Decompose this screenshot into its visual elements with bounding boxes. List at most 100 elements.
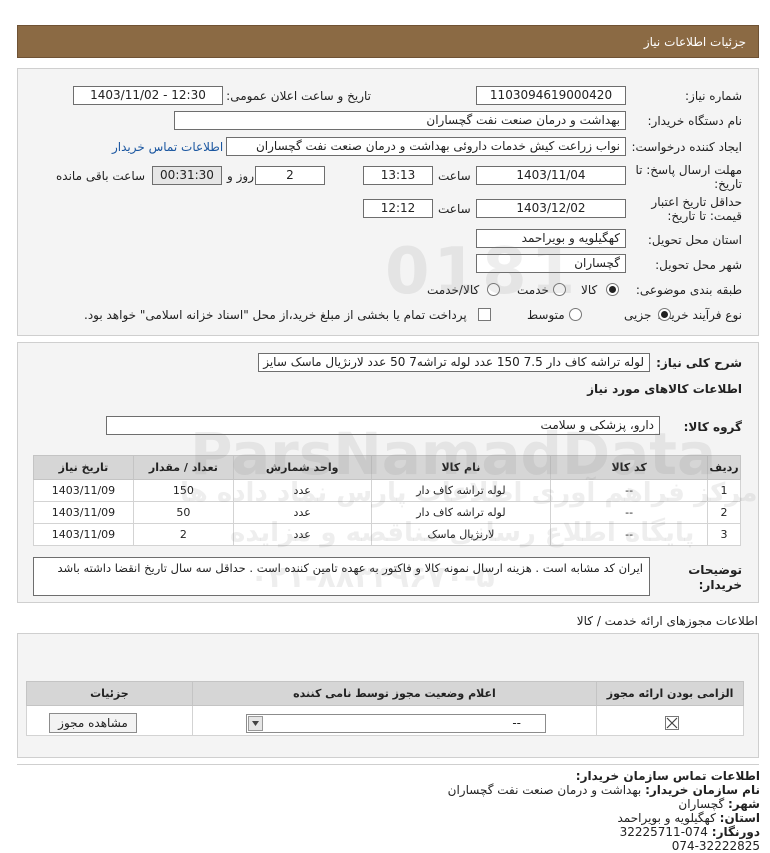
description-label: شرح کلی نیاز: — [656, 356, 742, 370]
license-status-select[interactable]: -- — [246, 714, 546, 733]
deadline-time-field: 13:13 — [363, 166, 433, 185]
contact-org-label: نام سازمان خریدار: — [645, 783, 760, 797]
treasury-payment-note: پرداخت تمام یا بخشی از مبلغ خرید،از محل … — [84, 308, 467, 322]
cell-qty: 150 — [132, 479, 234, 502]
process-medium-label: متوسط — [527, 308, 565, 322]
cell-name: لوله تراشه کاف دار — [370, 479, 552, 502]
page-title: جزئیات اطلاعات نیاز — [643, 35, 746, 49]
contact-phone2-row: 074-32222825 — [672, 839, 760, 853]
cell-unit: عدد — [232, 479, 372, 502]
table-row: 1403/11/09 2 عدد لارنژیال ماسک -- 3 — [33, 523, 742, 546]
buyer-org-field: بهداشت و درمان صنعت نفت گچساران — [174, 111, 626, 130]
description-field: لوله تراشه کاف دار 7.5 150 عدد لوله تراش… — [258, 353, 650, 372]
goods-group-field: دارو، پزشکی و سلامت — [106, 416, 660, 435]
announce-field: 1403/11/02 - 12:30 — [73, 86, 223, 105]
license-status-value: -- — [512, 716, 521, 730]
cell-name: لارنژیال ماسک — [370, 523, 552, 546]
category-goods-radio[interactable] — [606, 283, 619, 296]
city-label: شهر محل تحویل: — [655, 258, 742, 272]
category-service-label: خدمت — [517, 283, 549, 297]
need-number-label: شماره نیاز: — [685, 89, 742, 103]
contact-province-value: کهگیلویه و بویراحمد — [617, 811, 716, 825]
col-license-status: اعلام وضعیت مجوز توسط نامی کننده — [191, 681, 598, 706]
city-field: گچساران — [476, 254, 626, 273]
buyer-notes-label: توضیحات خریدار: — [688, 563, 742, 592]
contact-province-row: استان: کهگیلویه و بویراحمد — [617, 811, 760, 825]
col-row-index: ردیف — [706, 455, 742, 480]
col-unit: واحد شمارش — [232, 455, 372, 480]
licenses-table-header: جزئیات اعلام وضعیت مجوز توسط نامی کننده … — [26, 681, 744, 706]
process-medium-radio[interactable] — [569, 308, 582, 321]
validity-time-label: ساعت — [438, 202, 471, 216]
cell-index: 3 — [706, 523, 742, 546]
col-license-required: الزامی بودن ارائه مجوز — [596, 681, 744, 706]
cell-index: 2 — [706, 501, 742, 524]
category-goods-label: کالا — [581, 283, 598, 297]
process-minor-radio[interactable] — [658, 308, 671, 321]
licenses-section-title: اطلاعات مجوزهای ارائه خدمت / کالا — [576, 614, 758, 628]
buyer-org-label: نام دستگاه خریدار: — [647, 114, 743, 128]
deadline-date-field: 1403/11/04 — [476, 166, 626, 185]
category-service-radio[interactable] — [553, 283, 566, 296]
cell-qty: 2 — [132, 523, 234, 546]
contact-city-label: شهر: — [728, 797, 760, 811]
contact-city-value: گچساران — [678, 797, 725, 811]
need-number-field: 1103094619000420 — [476, 86, 626, 105]
cell-date: 1403/11/09 — [33, 501, 134, 524]
remaining-time-label: ساعت باقی مانده — [56, 169, 146, 183]
validity-date-field: 1403/12/02 — [476, 199, 626, 218]
validity-label: حداقل تاریخ اعتبار قیمت: تا تاریخ: — [651, 195, 742, 223]
view-license-button[interactable]: مشاهده مجوز — [49, 713, 137, 733]
days-label: روز و — [227, 169, 254, 183]
col-item-code: کد کالا — [550, 455, 708, 480]
buyer-contact-link[interactable]: اطلاعات تماس خریدار — [112, 140, 223, 154]
category-label: طبقه بندی موضوعی: — [635, 283, 742, 297]
col-quantity: تعداد / مقدار — [132, 455, 234, 480]
cell-unit: عدد — [232, 523, 372, 546]
page-title-bar: جزئیات اطلاعات نیاز — [17, 25, 759, 58]
deadline-label: مهلت ارسال پاسخ: تا تاریخ: — [635, 163, 742, 191]
cell-index: 1 — [706, 479, 742, 502]
cell-code: -- — [550, 479, 708, 502]
validity-time-field: 12:12 — [363, 199, 433, 218]
contact-org-value: بهداشت و درمان صنعت نفت گچساران — [447, 783, 642, 797]
province-label: استان محل تحویل: — [647, 233, 742, 247]
col-item-name: نام کالا — [370, 455, 552, 480]
goods-table: تاریخ نیاز تعداد / مقدار واحد شمارش نام … — [33, 455, 742, 546]
license-required-checkbox — [665, 716, 679, 730]
cell-date: 1403/11/09 — [33, 523, 134, 546]
goods-section-title: اطلاعات کالاهای مورد نیاز — [587, 382, 742, 396]
goods-group-label: گروه کالا: — [683, 420, 742, 434]
divider — [17, 764, 759, 765]
contact-phone-label: دورنگار: — [711, 825, 760, 839]
cell-code: -- — [550, 523, 708, 546]
goods-table-header: تاریخ نیاز تعداد / مقدار واحد شمارش نام … — [33, 455, 742, 480]
category-both-radio[interactable] — [487, 283, 500, 296]
contact-title: اطلاعات تماس سازمان خریدار: — [575, 769, 760, 783]
deadline-time-label: ساعت — [438, 169, 471, 183]
contact-city-row: شهر: گچساران — [678, 797, 760, 811]
table-row: 1403/11/09 50 عدد لوله تراشه کاف دار -- … — [33, 501, 742, 524]
requester-label: ایجاد کننده درخواست: — [631, 140, 742, 154]
process-minor-label: جزیی — [624, 308, 652, 322]
col-details: جزئیات — [26, 681, 193, 706]
province-field: کهگیلویه و بویراحمد — [476, 229, 626, 248]
cell-date: 1403/11/09 — [33, 479, 134, 502]
days-remaining-field: 2 — [255, 166, 325, 185]
dropdown-arrow-icon — [248, 716, 263, 731]
buyer-notes-field: ایران کد مشابه است . هزینه ارسال نمونه ک… — [33, 557, 650, 596]
treasury-payment-checkbox[interactable] — [478, 308, 491, 321]
contact-phone-row: دورنگار: 074-32225711 — [620, 825, 760, 839]
cross-icon — [666, 717, 678, 729]
col-need-date: تاریخ نیاز — [33, 455, 134, 480]
contact-province-label: استان: — [719, 811, 760, 825]
contact-phone-value: 074-32225711 — [619, 825, 708, 839]
cell-qty: 50 — [132, 501, 234, 524]
cell-name: لوله تراشه کاف دار — [370, 501, 552, 524]
cell-code: -- — [550, 501, 708, 524]
contact-phone2-value: 074-32222825 — [671, 839, 760, 853]
table-row: 1403/11/09 150 عدد لوله تراشه کاف دار --… — [33, 479, 742, 502]
contact-org-row: نام سازمان خریدار: بهداشت و درمان صنعت ن… — [448, 783, 760, 797]
requester-field: نواب زراعت کیش خدمات داروئی بهداشت و درم… — [226, 137, 626, 156]
announce-label: تاریخ و ساعت اعلان عمومی: — [226, 89, 371, 103]
